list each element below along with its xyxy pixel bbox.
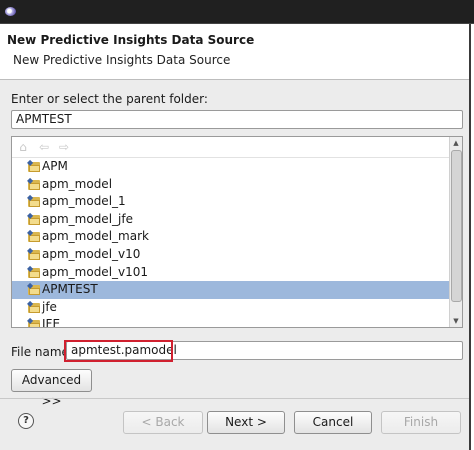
project-folder-icon: ◆	[27, 317, 41, 327]
tree-toolbar: ⌂ ⇦ ⇨	[12, 137, 450, 158]
eclipse-icon	[5, 7, 16, 16]
scrollbar-thumb[interactable]	[451, 150, 462, 302]
tree-item[interactable]: ◆ APM	[12, 158, 450, 176]
tree-item-label: apm_model_v10	[42, 246, 141, 261]
tree-item[interactable]: ◆ APMTEST	[12, 281, 450, 299]
advanced-button[interactable]: Advanced >>	[11, 369, 92, 408]
tree-item-label: apm_model_mark	[42, 229, 149, 244]
tree-item-label: apm_model_1	[42, 194, 126, 209]
forward-arrow-icon[interactable]: ⇨	[57, 140, 71, 154]
button-bar-separator	[0, 398, 469, 399]
project-folder-icon: ◆	[27, 246, 41, 260]
scroll-down-arrow-icon[interactable]: ▼	[450, 315, 462, 327]
wizard-title: New Predictive Insights Data Source	[7, 33, 255, 47]
project-folder-icon: ◆	[27, 229, 41, 243]
project-folder-icon: ◆	[27, 194, 41, 208]
finish-button[interactable]: Finish	[381, 411, 461, 434]
tree-item-label: apm_model_jfe	[42, 211, 133, 226]
tree-list: ◆ APM ◆ apm_model ◆ apm_model_1 ◆ apm_model_jfe…	[12, 158, 450, 327]
tree-item[interactable]: ◆ apm_model_jfe	[12, 211, 450, 229]
parent-folder-input[interactable]: APMTEST	[11, 110, 463, 129]
project-folder-icon: ◆	[27, 282, 41, 296]
tree-item[interactable]: ◆ apm_model_1	[12, 193, 450, 211]
tree-item-label: APM	[42, 159, 68, 173]
project-folder-icon: ◆	[27, 159, 41, 172]
tree-item[interactable]: ◆ apm_model_v101	[12, 264, 450, 282]
tree-item-label: apm_model_v101	[42, 264, 149, 279]
tree-item-label: APMTEST	[42, 282, 98, 297]
home-icon[interactable]: ⌂	[16, 140, 30, 154]
tree-item[interactable]: ◆ jfe	[12, 299, 450, 317]
cancel-button[interactable]: Cancel	[294, 411, 372, 434]
wizard-description: New Predictive Insights Data Source	[13, 53, 231, 67]
tree-item[interactable]: ◆ apm_model	[12, 176, 450, 194]
tree-item-label: apm_model	[42, 176, 113, 191]
project-folder-icon: ◆	[27, 264, 41, 278]
help-icon[interactable]: ?	[18, 413, 34, 429]
parent-folder-label: Enter or select the parent folder:	[11, 92, 208, 106]
tree-item[interactable]: ◆ apm_model_mark	[12, 228, 450, 246]
tree-item-label: JFE	[42, 317, 61, 327]
project-folder-icon: ◆	[27, 176, 41, 190]
tree-scrollbar[interactable]: ▲ ▼	[449, 137, 462, 327]
annotation-highlight-box	[64, 340, 173, 362]
back-arrow-icon[interactable]: ⇦	[37, 140, 51, 154]
wizard-header: New Predictive Insights Data Source New …	[0, 24, 469, 80]
tree-item-label: jfe	[42, 299, 57, 314]
project-folder-icon: ◆	[27, 211, 41, 225]
folder-tree[interactable]: ⌂ ⇦ ⇨ ◆ APM ◆ apm_model ◆ apm_model_1 ◆ apm_mod…	[11, 136, 463, 328]
window-titlebar	[0, 0, 474, 24]
project-folder-icon: ◆	[27, 299, 41, 313]
tree-item[interactable]: ◆ apm_model_v10	[12, 246, 450, 264]
tree-item[interactable]: ◆ JFE	[12, 316, 450, 327]
next-button[interactable]: Next >	[207, 411, 285, 434]
scroll-up-arrow-icon[interactable]: ▲	[450, 137, 462, 149]
back-button[interactable]: < Back	[123, 411, 203, 434]
